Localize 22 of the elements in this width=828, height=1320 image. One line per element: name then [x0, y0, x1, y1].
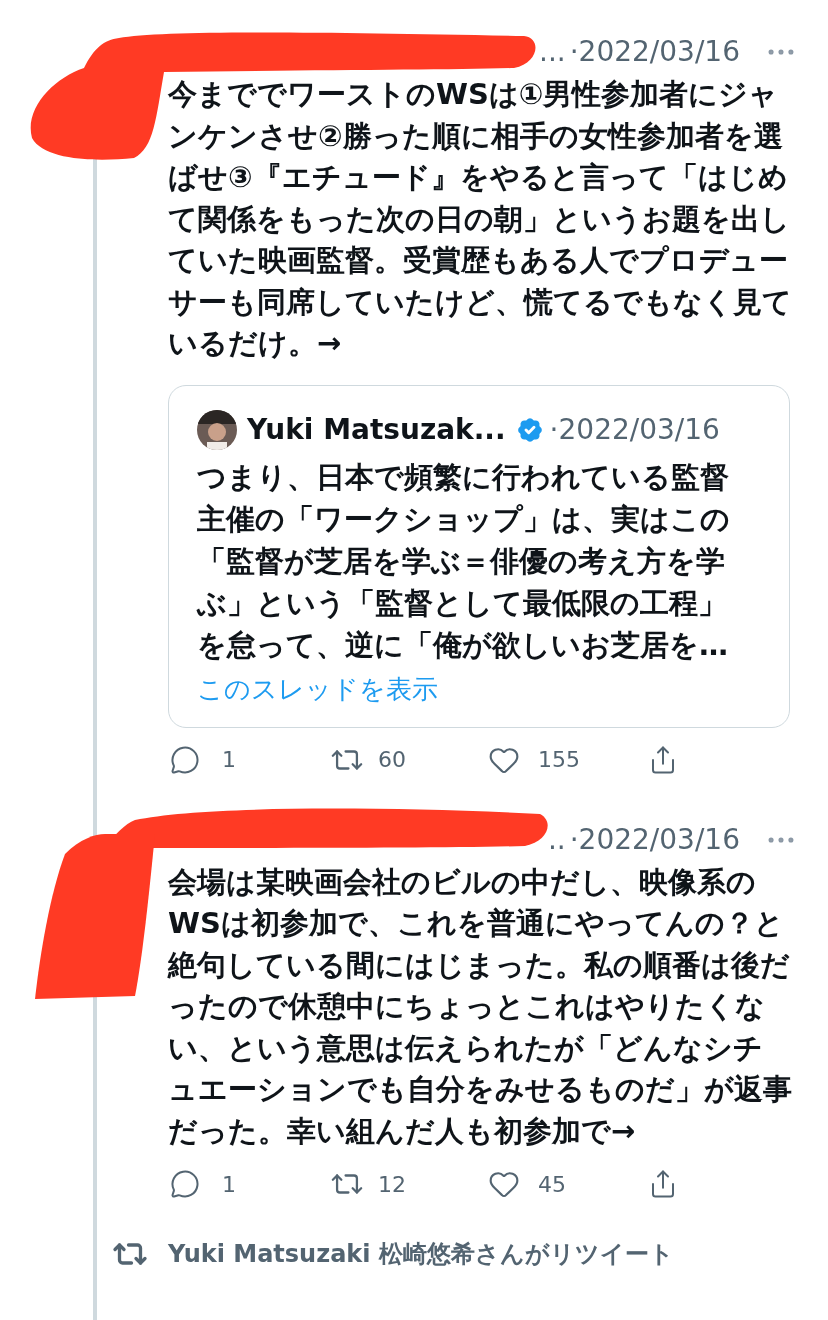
like-count: 155 [538, 746, 580, 774]
tweet-date: 2022/03/16 [578, 34, 740, 70]
retweet-count: 12 [378, 1170, 406, 1199]
separator: · [569, 821, 579, 858]
like-count: 45 [538, 1170, 566, 1199]
separator: · [549, 411, 559, 448]
reply-count: 1 [222, 1170, 236, 1199]
quoted-tweet-card[interactable]: Yuki Matsuzak... ·2022/03/16 つまり、日本で頻繁に行われている監督主催の「ワークショップ」は、実はこの「監督が芝居を学ぶ＝俳優の考え方を学ぶ」という「監督として最低限の工程」を怠って、逆に「俺が欲しいお芝居を… このスレッドを表示 [168, 384, 790, 728]
reply-icon[interactable] [170, 744, 200, 775]
author-name[interactable]: ... [539, 31, 566, 73]
author-name[interactable]: Yuki Matsuzak... [247, 408, 506, 451]
author-name[interactable]: .. [547, 818, 566, 861]
tweet-text: 会場は某映画会社のビルの中だし、映像系のWSは初参加で、これを普通にやってんの？と絶句している間にはじまった。私の順番は後だったので休憩中にちょっとこれはやりたくない、という意思は伝えられたが「どんなシチュエーションでも自分をみせるものだ」が返事だった。幸い組んだ人も初参加で→ [168, 863, 792, 1150]
tweet-text: 今まででワーストのWSは①男性参加者にジャンケンさせ②勝った順に相手の女性参加者を選ばせ③『エチュード』をやると言って「はじめて関係をもった次の日の朝」というお題を出していた映画監督。受賞歴もある人でプロデューサーも同席していたけど、慌てるでもなく見ているだけ。→ [168, 76, 792, 362]
quoted-tweet-text: つまり、日本で頻繁に行われている監督主催の「ワークショップ」は、実はこの「監督が芝居を学ぶ＝俳優の考え方を学ぶ」という「監督として最低限の工程」を怠って、逆に「俺が欲しいお芝居を… [197, 458, 731, 664]
retweet-notice: Yuki Matsuzaki 松崎悠希さんがリツイート [168, 1239, 674, 1270]
tweet-date: 2022/03/16 [558, 411, 720, 448]
retweet-count: 60 [378, 746, 406, 774]
reply-count: 1 [222, 746, 236, 774]
reply-icon[interactable] [170, 1169, 200, 1199]
tweet-date: 2022/03/16 [578, 821, 740, 858]
separator: · [569, 34, 579, 70]
